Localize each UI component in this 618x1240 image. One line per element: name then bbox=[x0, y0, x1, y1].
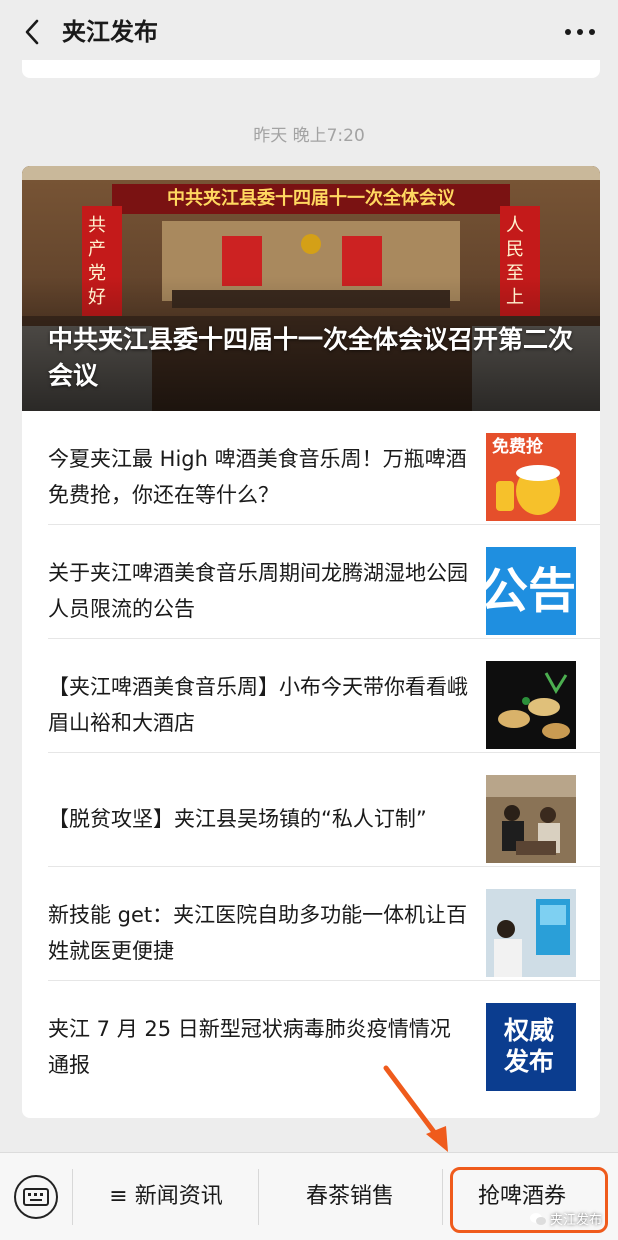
list-item-beer-festival[interactable]: 今夏夹江最 High 啤酒美食音乐周！万瓶啤酒免费抢，你还在等什么？ 免费抢 bbox=[22, 411, 600, 525]
list-item-hospital[interactable]: 新技能 get：夹江医院自助多功能一体机让百姓就医更便捷 bbox=[22, 867, 600, 981]
bottom-menu-bar: ≡ 新闻资讯 春茶销售 抢啤酒券 夹江发布 bbox=[0, 1152, 618, 1240]
list-item-covid-report[interactable]: 夹江 7 月 25 日新型冠状病毒肺炎疫情情况通报 权威发布 bbox=[22, 981, 600, 1095]
people-photo bbox=[486, 775, 576, 863]
list-item-hotel[interactable]: 【夹江啤酒美食音乐周】小布今天带你看看峨眉山裕和大酒店 bbox=[22, 639, 600, 753]
food-photo bbox=[486, 661, 576, 749]
keyboard-icon bbox=[23, 1188, 49, 1206]
article-card: 中共夹江县委十四届十一次全体会议 共产党好 人民至上 中共夹江县委十四届十一次全… bbox=[22, 166, 600, 1118]
thumbnail-text: 权威发布 bbox=[504, 1016, 555, 1076]
article-title: 关于夹江啤酒美食音乐周期间龙腾湖湿地公园人员限流的公告 bbox=[48, 561, 468, 621]
article-thumbnail bbox=[486, 775, 576, 863]
menu-tea-sales[interactable]: 春茶销售 bbox=[258, 1181, 442, 1213]
hero-left-banner: 共产党好 bbox=[88, 215, 106, 308]
kiosk-photo bbox=[486, 889, 576, 977]
menu-separator bbox=[72, 1169, 73, 1225]
article-title: 夹江 7 月 25 日新型冠状病毒肺炎疫情情况通报 bbox=[48, 1017, 451, 1077]
article-title: 【脱贫攻坚】夹江县吴场镇的“私人订制” bbox=[48, 807, 427, 831]
article-thumbnail: 免费抢 bbox=[486, 433, 576, 521]
list-item-poverty-alleviation[interactable]: 【脱贫攻坚】夹江县吴场镇的“私人订制” bbox=[22, 753, 600, 867]
article-title: 【夹江啤酒美食音乐周】小布今天带你看看峨眉山裕和大酒店 bbox=[48, 675, 468, 735]
watermark-text: 夹江发布 bbox=[549, 1213, 602, 1228]
thumbnail-text: 公告 bbox=[486, 563, 576, 619]
ellipsis-icon bbox=[565, 29, 595, 35]
article-title: 今夏夹江最 High 啤酒美食音乐周！万瓶啤酒免费抢，你还在等什么？ bbox=[48, 447, 467, 507]
hero-banner-text: 中共夹江县委十四届十一次全体会议 bbox=[167, 188, 455, 209]
keyboard-toggle-button[interactable] bbox=[14, 1175, 58, 1219]
hero-right-banner: 人民至上 bbox=[506, 215, 524, 308]
chevron-left-icon bbox=[25, 19, 39, 45]
back-button[interactable] bbox=[14, 14, 50, 50]
article-thumbnail: 公告 bbox=[486, 547, 576, 635]
page-title: 夹江发布 bbox=[62, 18, 158, 46]
article-title: 新技能 get：夹江医院自助多功能一体机让百姓就医更便捷 bbox=[48, 903, 468, 963]
previous-message-card[interactable] bbox=[22, 60, 600, 78]
watermark: 夹江发布 bbox=[529, 1209, 602, 1228]
wechat-icon bbox=[529, 1212, 546, 1225]
message-timestamp: 昨天 晚上7:20 bbox=[253, 126, 365, 146]
article-thumbnail bbox=[486, 889, 576, 977]
list-item-park-notice[interactable]: 关于夹江啤酒美食音乐周期间龙腾湖湿地公园人员限流的公告 公告 bbox=[22, 525, 600, 639]
article-thumbnail: 权威发布 bbox=[486, 1003, 576, 1091]
top-bar: 夹江发布 bbox=[0, 0, 618, 66]
thumbnail-text: 免费抢 bbox=[492, 437, 543, 457]
hero-article[interactable]: 中共夹江县委十四届十一次全体会议 共产党好 人民至上 中共夹江县委十四届十一次全… bbox=[22, 166, 600, 411]
article-thumbnail bbox=[486, 661, 576, 749]
more-button[interactable] bbox=[560, 16, 600, 48]
hero-title: 中共夹江县委十四届十一次全体会议召开第二次会议 bbox=[48, 325, 574, 390]
menu-news[interactable]: ≡ 新闻资讯 bbox=[74, 1181, 258, 1213]
